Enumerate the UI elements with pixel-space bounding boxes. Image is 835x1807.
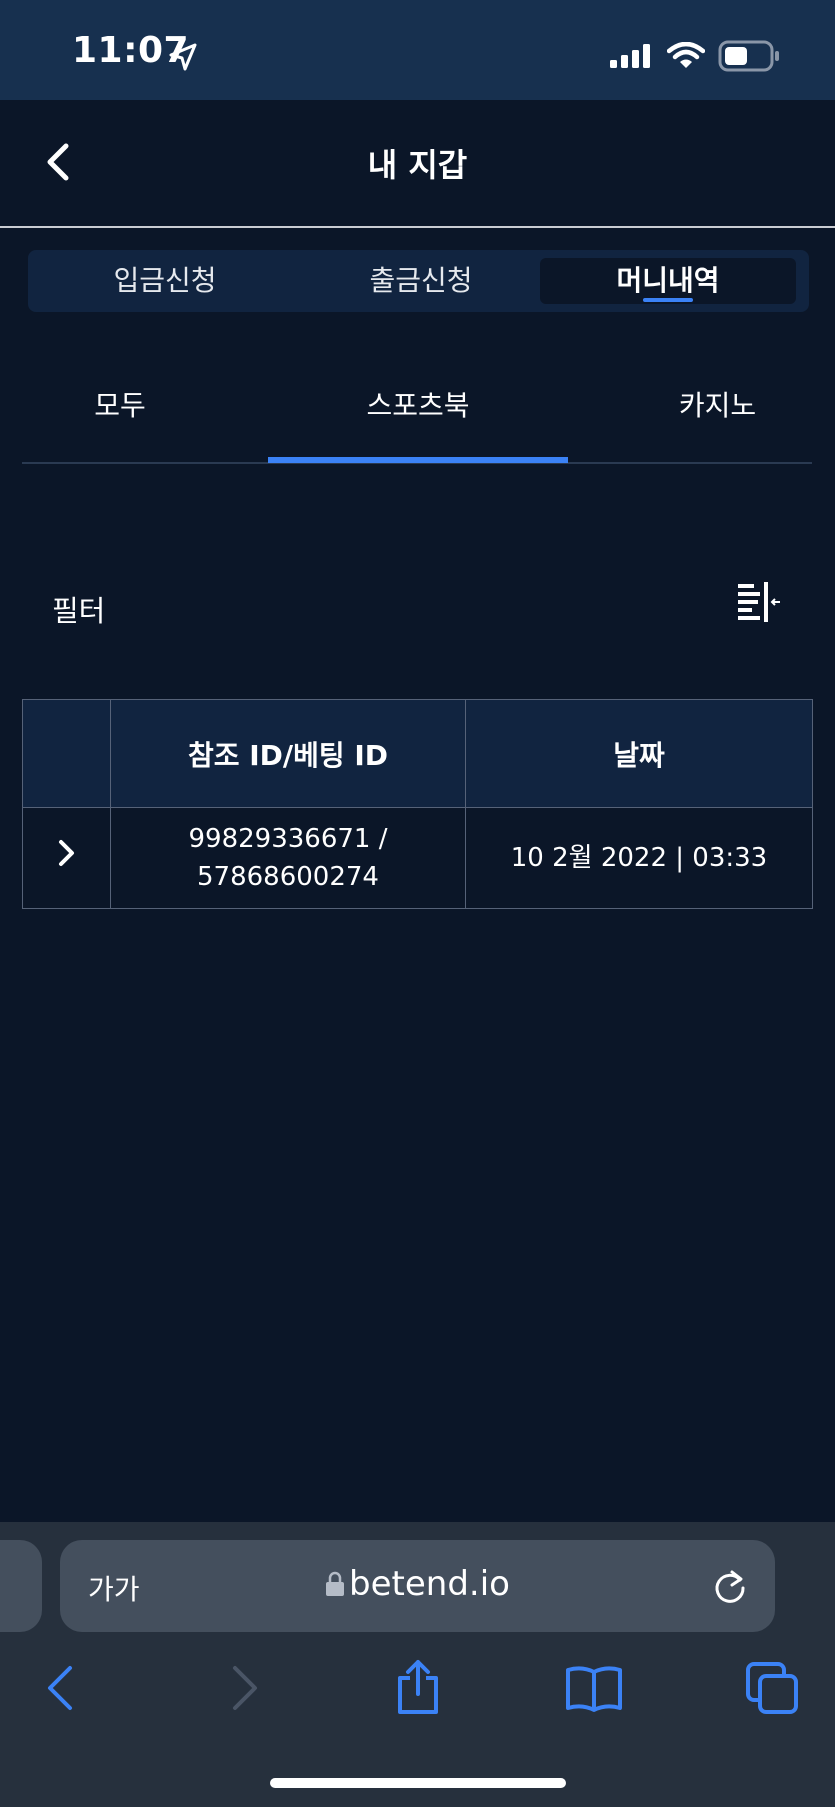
tabs-icon	[746, 1662, 798, 1714]
subtab-all-label: 모두	[94, 389, 146, 422]
tabs-button[interactable]	[742, 1658, 802, 1718]
table-row: 99829336671 / 57868600274 10 2월 2022 | 0…	[22, 807, 813, 909]
bookmarks-button[interactable]	[564, 1658, 624, 1718]
tab-withdraw[interactable]: 출금신청	[296, 258, 546, 304]
expand-row-button[interactable]	[22, 807, 111, 909]
active-tab-indicator	[643, 298, 693, 302]
ref-id-line1: 99829336671 /	[188, 824, 388, 854]
header-expand-col	[22, 699, 111, 808]
tab-money-history[interactable]: 머니내역	[540, 258, 796, 304]
tab-money-history-label: 머니내역	[616, 264, 720, 297]
chevron-right-icon	[233, 1666, 257, 1710]
browser-back-button[interactable]	[32, 1658, 92, 1718]
subtab-casino-label: 카지노	[678, 389, 757, 422]
share-icon	[398, 1660, 438, 1714]
page-title: 내 지갑	[367, 146, 468, 184]
chevron-left-icon	[48, 1666, 72, 1710]
share-button[interactable]	[388, 1658, 448, 1718]
subtab-all[interactable]: 모두	[60, 384, 180, 424]
battery-icon	[718, 40, 779, 72]
chevron-right-icon	[58, 839, 74, 866]
money-history-table: 참조 ID/베팅 ID 날짜 99829336671 / 57868600274…	[22, 699, 813, 909]
header-divider	[0, 226, 835, 228]
lock-icon	[326, 1571, 345, 1596]
tab-withdraw-label: 출금신청	[369, 264, 473, 297]
wallet-tabs: 입금신청 출금신청 머니내역	[28, 250, 809, 312]
date-cell: 10 2월 2022 | 03:33	[465, 807, 813, 909]
header-date: 날짜	[465, 699, 813, 808]
tab-deposit-label: 입금신청	[113, 264, 217, 297]
cellular-signal-icon	[610, 44, 650, 68]
subtab-casino[interactable]: 카지노	[655, 384, 780, 424]
filter-toggle-button[interactable]	[736, 582, 782, 622]
home-indicator	[270, 1778, 566, 1788]
subtab-sportsbook-label: 스포츠북	[366, 389, 470, 422]
subtab-sportsbook[interactable]: 스포츠북	[268, 384, 568, 424]
wifi-icon	[667, 42, 705, 68]
header-ref-id: 참조 ID/베팅 ID	[110, 699, 466, 808]
table-header-row: 참조 ID/베팅 ID 날짜	[22, 699, 813, 808]
tab-deposit[interactable]: 입금신청	[40, 258, 290, 304]
browser-forward-button[interactable]	[213, 1658, 273, 1718]
location-arrow-icon	[169, 43, 197, 71]
filter-label: 필터	[52, 594, 106, 628]
filter-sort-icon	[738, 582, 780, 622]
book-icon	[566, 1666, 622, 1712]
reload-button[interactable]	[710, 1566, 750, 1606]
url-text: betend.io	[349, 1564, 510, 1604]
reload-icon	[715, 1570, 745, 1603]
active-subtab-indicator	[268, 457, 568, 463]
ref-id-line2: 57868600274	[197, 862, 379, 892]
ref-id-cell: 99829336671 / 57868600274	[110, 807, 466, 909]
